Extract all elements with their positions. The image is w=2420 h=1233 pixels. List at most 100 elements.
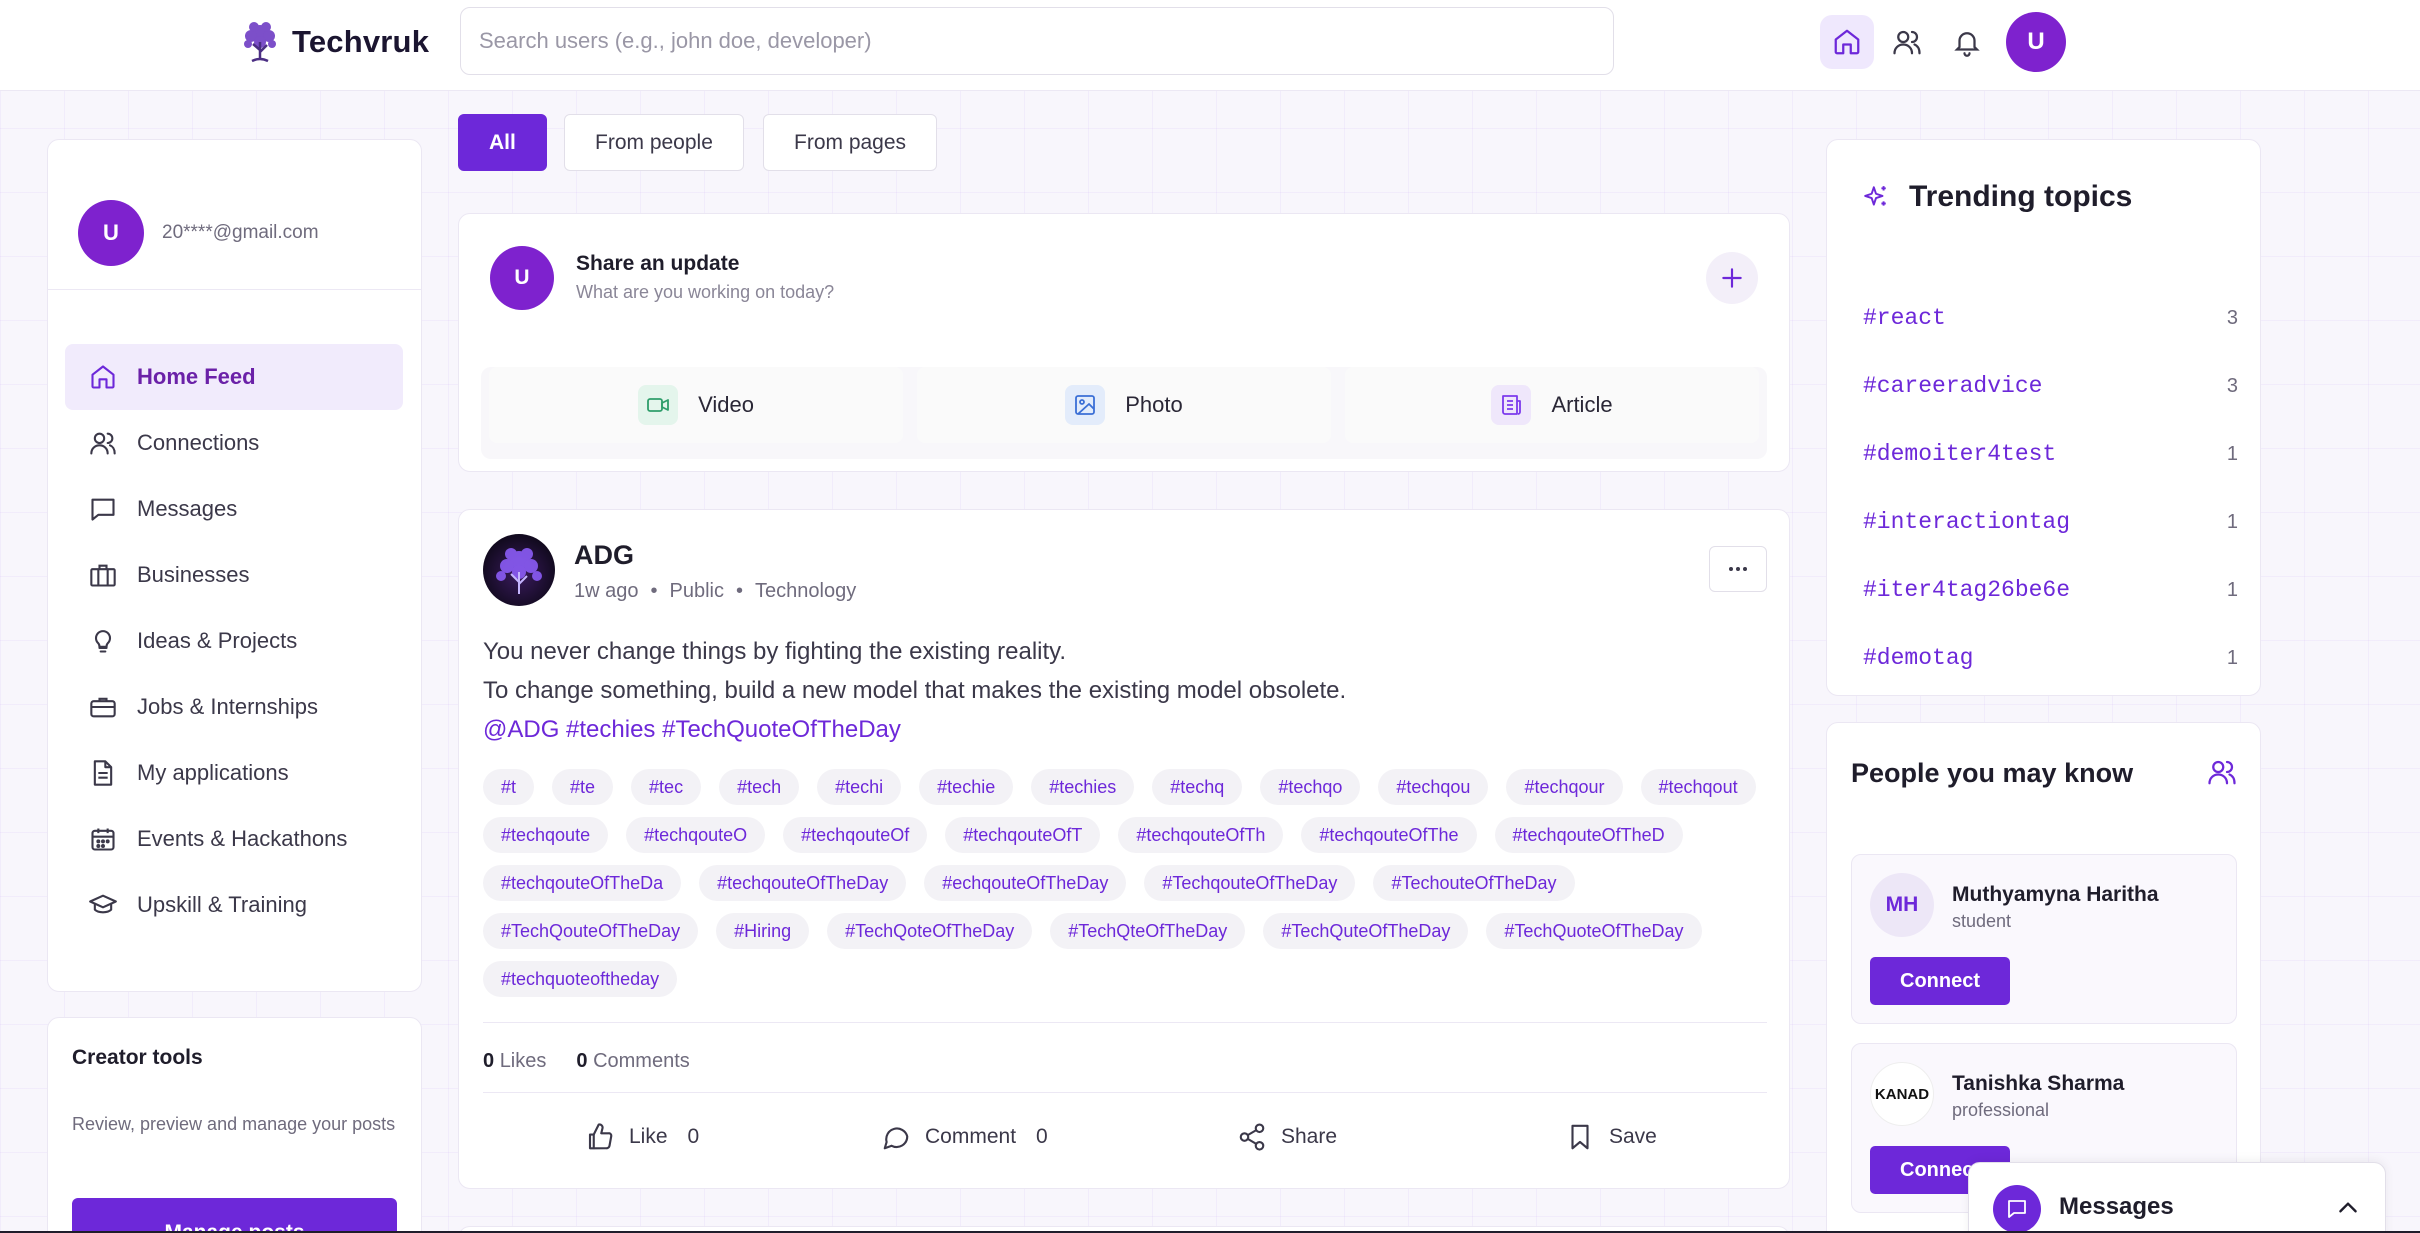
hashtag-chip[interactable]: #techquoteoftheday	[483, 961, 678, 997]
meta-separator: •	[650, 580, 658, 602]
creator-tools-description: Review, preview and manage your posts	[72, 1114, 396, 1134]
hashtag-chip[interactable]: #techqouteOfThe	[1301, 817, 1477, 853]
trending-item[interactable]: #demoiter4test 1	[1863, 420, 2238, 488]
avatar[interactable]: MH	[1870, 873, 1934, 937]
filter-all-button[interactable]: All	[458, 114, 547, 171]
hashtag-chip[interactable]: #techqouteOfTheDay	[699, 865, 907, 901]
person-role: student	[1952, 911, 2012, 931]
trending-item[interactable]: #careeradvice 3	[1863, 352, 2238, 420]
manage-posts-button[interactable]: Manage posts	[72, 1198, 397, 1233]
post-visibility: Public	[669, 580, 724, 602]
hashtag-chip[interactable]: #TechQuoteOfTheDay	[1486, 913, 1702, 949]
avatar: U	[490, 246, 554, 310]
comments-stat[interactable]: 0 Comments	[576, 1050, 689, 1073]
share-article-label: Article	[1551, 392, 1613, 417]
post-author-name[interactable]: ADG	[574, 540, 634, 571]
share-video-button[interactable]: Video	[489, 367, 903, 443]
sidebar-item-events-hackathons[interactable]: Events & Hackathons	[65, 806, 403, 872]
likes-stat[interactable]: 0 Likes	[483, 1050, 546, 1073]
filter-from-pages-button[interactable]: From pages	[763, 114, 938, 171]
hashtag-chip[interactable]: #Hiring	[716, 913, 810, 949]
chat-icon	[1993, 1185, 2041, 1233]
like-button[interactable]: Like 0	[585, 1112, 699, 1162]
hashtag-chip[interactable]: #TechQouteOfTheDay	[483, 913, 699, 949]
sidebar-item-my-applications[interactable]: My applications	[65, 740, 403, 806]
hashtag-chip[interactable]: #techies	[1031, 769, 1135, 805]
hashtag-chip[interactable]: #techqouteOfT	[945, 817, 1101, 853]
hashtag-chip[interactable]: #echqouteOfTheDay	[924, 865, 1127, 901]
filter-from-people-button[interactable]: From people	[564, 114, 744, 171]
post-mentions[interactable]: @ADG #techies #TechQuoteOfTheDay	[483, 710, 1346, 749]
hashtag-chip[interactable]: #TechouteOfTheDay	[1373, 865, 1575, 901]
sidebar-item-home-feed[interactable]: Home Feed	[65, 344, 403, 410]
connect-button[interactable]: Connect	[1870, 957, 2010, 1005]
share-photo-button[interactable]: Photo	[917, 367, 1331, 443]
person-name[interactable]: Muthyamyna Haritha	[1952, 883, 2159, 907]
hashtag-chip[interactable]: #techqo	[1260, 769, 1361, 805]
hashtag-chip[interactable]: #techqour	[1506, 769, 1623, 805]
trending-topics-card: Trending topics #react 3 #careeradvice 3 #…	[1826, 139, 2261, 696]
share-icon	[1239, 1123, 1265, 1151]
hashtag-chip[interactable]: #TechqouteOfTheDay	[1144, 865, 1356, 901]
profile-summary[interactable]: U 20****@gmail.com	[78, 200, 319, 266]
hashtag-chip[interactable]: #TechQuteOfTheDay	[1263, 913, 1469, 949]
share-button[interactable]: Share	[1237, 1112, 1337, 1162]
sidebar-item-connections[interactable]: Connections	[65, 410, 403, 476]
trending-item[interactable]: #interactiontag 1	[1863, 488, 2238, 556]
trending-item[interactable]: #react 3	[1863, 284, 2238, 352]
hashtag-chip[interactable]: #techqouteOfTheD	[1494, 817, 1683, 853]
hashtag-chip[interactable]: #techq	[1152, 769, 1243, 805]
hashtag-chip[interactable]: #te	[552, 769, 614, 805]
hashtag-chip[interactable]: #techqouteOf	[783, 817, 928, 853]
sidebar-item-upskill-training[interactable]: Upskill & Training	[65, 872, 403, 938]
user-avatar-button[interactable]: U	[2006, 12, 2066, 72]
sidebar-item-ideas-projects[interactable]: Ideas & Projects	[65, 608, 403, 674]
sidebar-item-jobs-internships[interactable]: Jobs & Internships	[65, 674, 403, 740]
video-icon	[638, 385, 679, 425]
chevron-up-icon[interactable]	[2335, 1195, 2361, 1221]
hashtag-chip[interactable]: #techqou	[1378, 769, 1489, 805]
hashtag-chip[interactable]: #techqouteO	[626, 817, 766, 853]
save-label: Save	[1609, 1125, 1657, 1148]
divider	[483, 1092, 1767, 1093]
sidebar-item-label: Upskill & Training	[137, 892, 307, 917]
hashtag-chip[interactable]: #techie	[919, 769, 1014, 805]
messages-dock[interactable]: Messages	[1968, 1162, 2386, 1233]
person-name[interactable]: Tanishka Sharma	[1952, 1072, 2124, 1096]
hashtag-chip[interactable]: #techqoute	[483, 817, 609, 853]
share-update-card: U Share an update What are you working o…	[458, 213, 1790, 472]
search-input[interactable]	[460, 7, 1614, 75]
logo[interactable]: Techvruk	[240, 20, 429, 64]
hashtag-chip[interactable]: #TechQteOfTheDay	[1050, 913, 1246, 949]
nav-connections-button[interactable]	[1880, 15, 1934, 69]
save-button[interactable]: Save	[1565, 1112, 1657, 1162]
hashtag-chip[interactable]: #tec	[631, 769, 702, 805]
post-stats: 0 Likes 0 Comments	[483, 1050, 690, 1073]
hashtag-chip[interactable]: #techqout	[1640, 769, 1756, 805]
post-options-button[interactable]	[1709, 546, 1767, 592]
message-icon	[91, 498, 115, 521]
hashtag-chip[interactable]: #TechQoteOfTheDay	[827, 913, 1033, 949]
sidebar-item-businesses[interactable]: Businesses	[65, 542, 403, 608]
document-icon	[93, 760, 113, 786]
share-article-button[interactable]: Article	[1345, 367, 1759, 443]
hashtag-chip[interactable]: #tech	[719, 769, 800, 805]
create-post-button[interactable]	[1706, 252, 1758, 304]
avatar[interactable]: KANAD	[1870, 1062, 1934, 1126]
nav-notifications-button[interactable]	[1940, 15, 1994, 69]
share-actions: Video Photo Article	[481, 367, 1767, 459]
hashtag-chip[interactable]: #techqouteOfTh	[1118, 817, 1284, 853]
hashtag-chip[interactable]: #techqouteOfTheDa	[483, 865, 682, 901]
nav-home-button[interactable]	[1820, 15, 1874, 69]
comment-button[interactable]: Comment 0	[881, 1112, 1048, 1162]
briefcase-icon	[90, 697, 116, 718]
trending-item[interactable]: #demotag 1	[1863, 624, 2238, 692]
trending-item[interactable]: #iter4tag26be6e 1	[1863, 556, 2238, 624]
sidebar-item-messages[interactable]: Messages	[65, 476, 403, 542]
hashtag-chip[interactable]: #techi	[817, 769, 902, 805]
share-title[interactable]: Share an update	[576, 252, 739, 276]
hashtag-chip[interactable]: #t	[483, 769, 535, 805]
post-author-avatar[interactable]	[483, 534, 555, 606]
messages-label: Messages	[2059, 1193, 2174, 1220]
creator-tools-title: Creator tools	[72, 1046, 203, 1069]
